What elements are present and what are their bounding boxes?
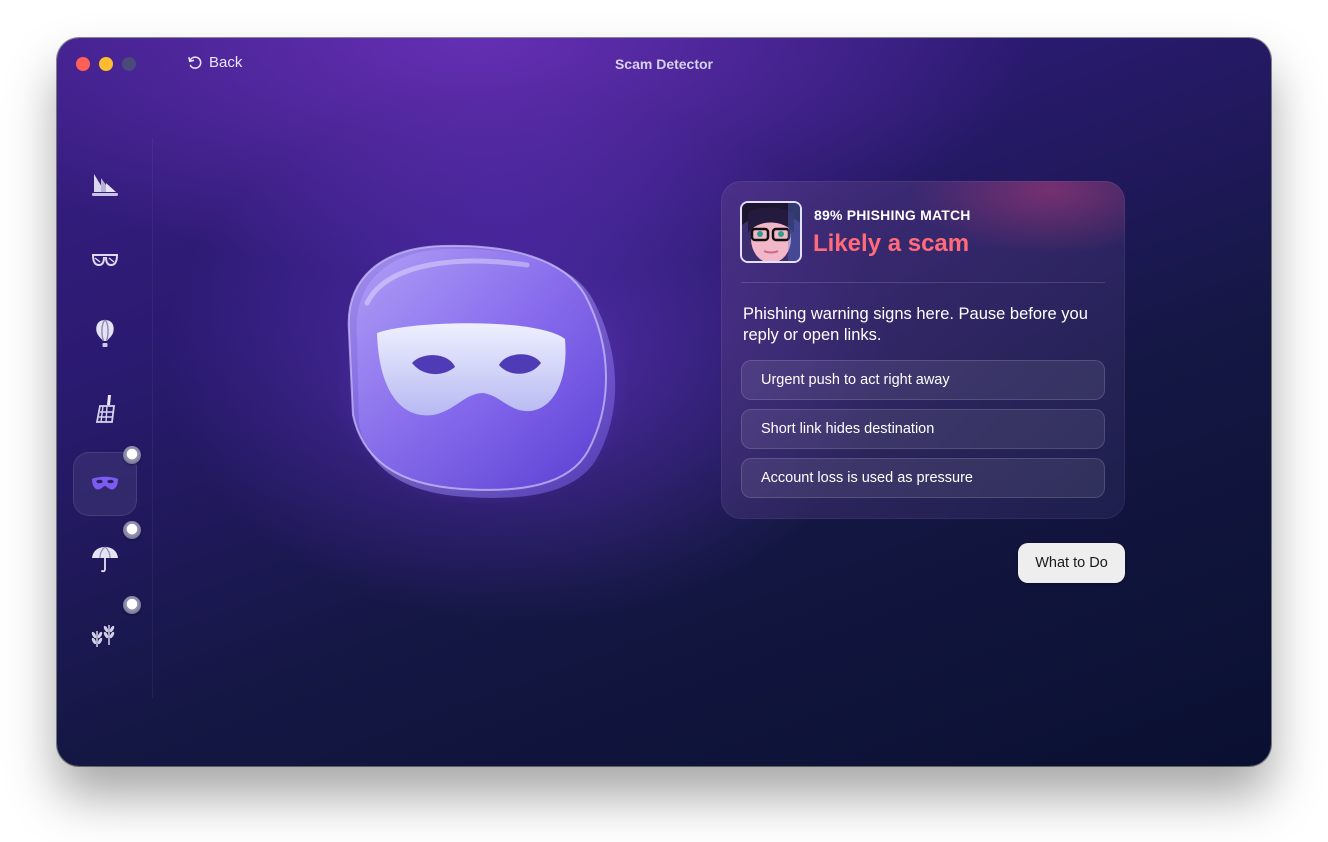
- sidebar-item-mask[interactable]: [73, 446, 141, 516]
- glasses-icon: [92, 254, 118, 267]
- warning-sign-item: Account loss is used as pressure: [741, 458, 1105, 498]
- status-badge: [123, 521, 141, 539]
- mask-hero-illustration: [332, 243, 632, 513]
- sidebar-item-sailboat[interactable]: [73, 152, 137, 216]
- umbrella-icon: [92, 546, 118, 573]
- warning-sign-item: Short link hides destination: [741, 409, 1105, 449]
- avatar-portrait: [742, 203, 800, 261]
- phishing-match-label: 89% PHISHING MATCH: [814, 207, 971, 223]
- sidebar-item-glasses[interactable]: [73, 227, 137, 291]
- hot-air-balloon-icon: [96, 319, 114, 347]
- app-window: Back Scam Detector 89% PHISHING MATCH Li…: [57, 38, 1271, 766]
- mask-icon: [92, 476, 118, 490]
- status-badge: [123, 446, 141, 464]
- sidebar: [57, 138, 153, 698]
- mask-hero-icon: [332, 244, 632, 513]
- result-description: Phishing warning signs here. Pause befor…: [743, 305, 1088, 344]
- paint-brush-icon: [95, 395, 116, 423]
- what-to-do-button[interactable]: What to Do: [1018, 543, 1125, 583]
- sidebar-item-umbrella[interactable]: [73, 521, 141, 591]
- sidebar-item-balloon[interactable]: [73, 302, 137, 366]
- sidebar-item-leaves[interactable]: [73, 596, 141, 666]
- scan-result-card: 89% PHISHING MATCH Likely a scam Phishin…: [721, 181, 1125, 519]
- sidebar-item-brush[interactable]: [73, 377, 137, 441]
- warning-sign-item: Urgent push to act right away: [741, 360, 1105, 400]
- verdict-title: Likely a scam: [813, 230, 970, 257]
- leaves-icon: [91, 625, 115, 647]
- status-badge: [123, 596, 141, 614]
- sailboat-icon: [92, 174, 118, 196]
- card-divider: [741, 282, 1105, 283]
- window-title: Scam Detector: [614, 56, 714, 72]
- avatar: [740, 201, 802, 263]
